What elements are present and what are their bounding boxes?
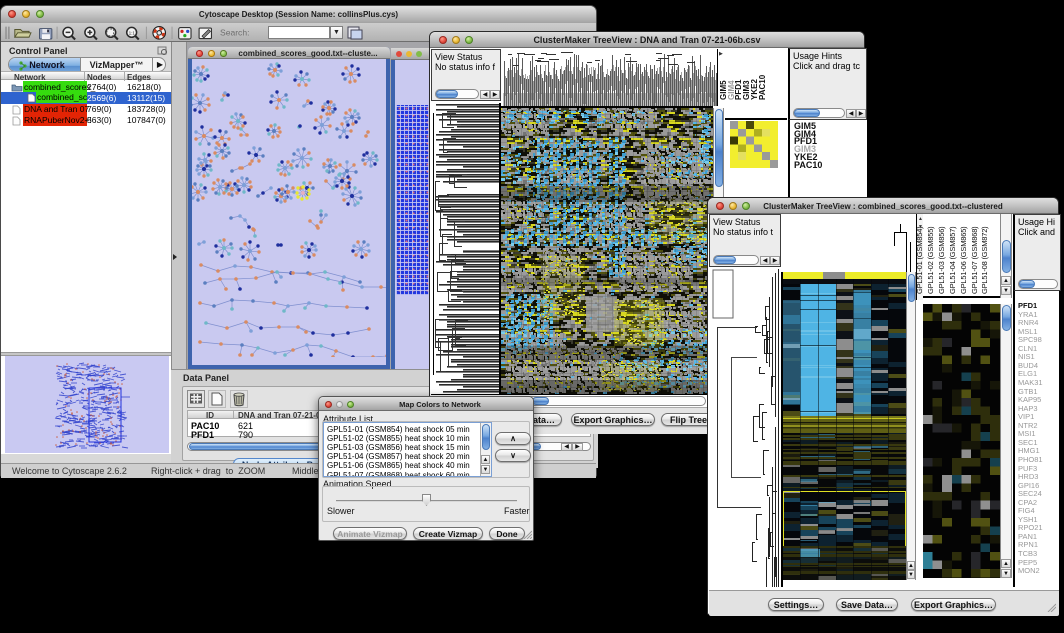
svg-text:Search:: Search:	[220, 28, 249, 38]
svg-text:1:1: 1:1	[129, 31, 136, 36]
